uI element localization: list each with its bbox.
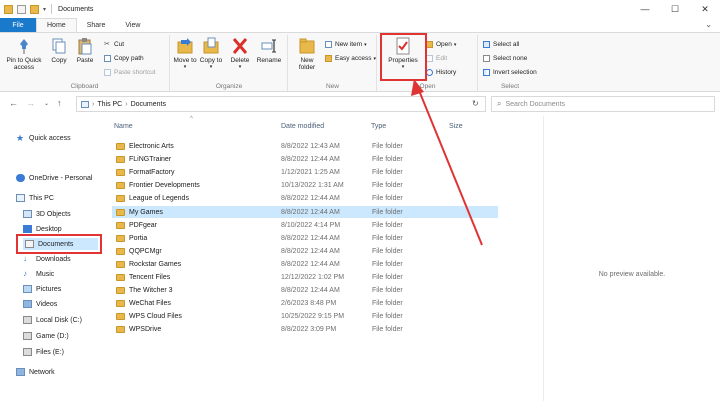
annotation-arrow [411, 79, 483, 246]
